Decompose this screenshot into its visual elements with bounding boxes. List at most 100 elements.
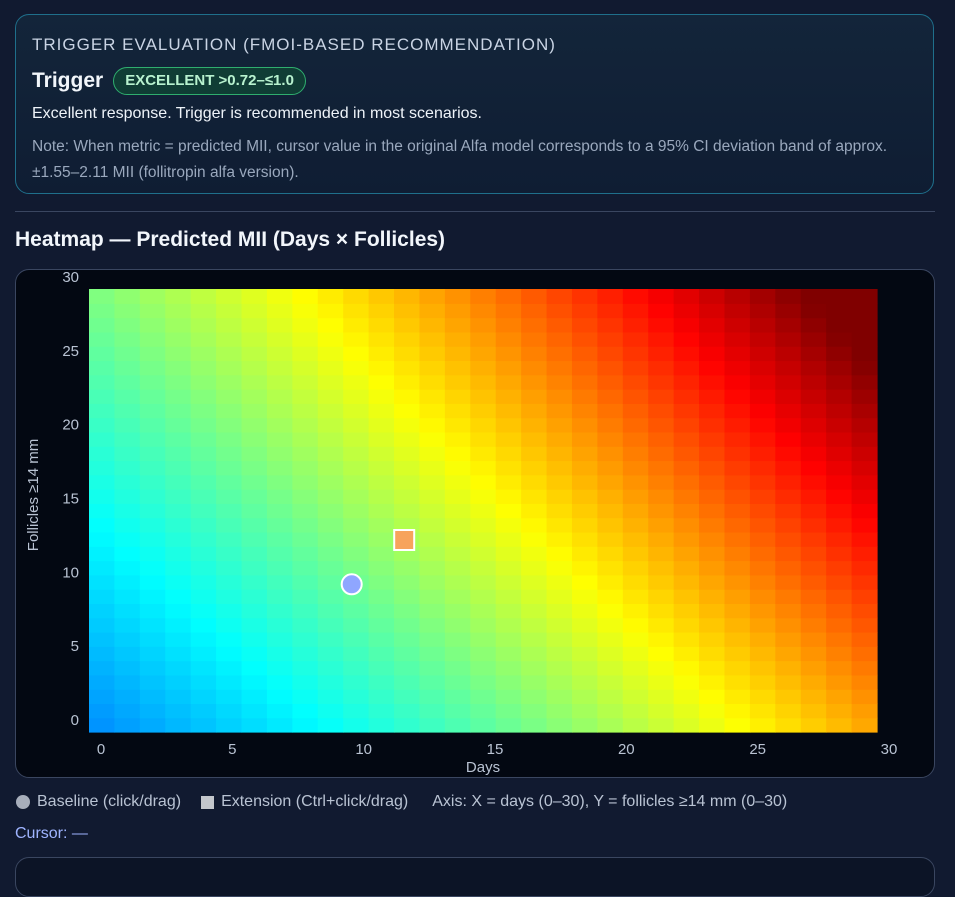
heatmap-cell[interactable] — [673, 346, 700, 362]
heatmap-cell[interactable] — [444, 431, 471, 447]
heatmap-cell[interactable] — [444, 703, 471, 719]
heatmap-cell[interactable] — [89, 574, 116, 590]
heatmap-cell[interactable] — [368, 446, 395, 462]
heatmap-cell[interactable] — [114, 360, 141, 376]
heatmap-cell[interactable] — [724, 303, 751, 319]
heatmap-cell[interactable] — [775, 460, 802, 476]
heatmap-cell[interactable] — [673, 460, 700, 476]
heatmap-cell[interactable] — [571, 331, 598, 347]
heatmap-cell[interactable] — [419, 389, 446, 404]
heatmap-cell[interactable] — [699, 289, 726, 304]
heatmap-cell[interactable] — [800, 689, 827, 705]
heatmap-cell[interactable] — [673, 331, 700, 347]
heatmap-cell[interactable] — [89, 703, 116, 719]
heatmap-cell[interactable] — [139, 317, 166, 333]
heatmap-cell[interactable] — [800, 460, 827, 476]
heatmap-cell[interactable] — [546, 317, 573, 333]
heatmap-cell[interactable] — [89, 589, 116, 604]
heatmap-cell[interactable] — [622, 631, 649, 647]
heatmap-cell[interactable] — [216, 417, 243, 433]
heatmap-cell[interactable] — [266, 560, 293, 576]
heatmap-cell[interactable] — [470, 717, 497, 733]
heatmap-cell[interactable] — [139, 689, 166, 705]
heatmap-cell[interactable] — [470, 346, 497, 362]
heatmap-cell[interactable] — [165, 303, 192, 319]
heatmap-cell[interactable] — [317, 403, 344, 419]
heatmap-cell[interactable] — [266, 646, 293, 662]
heatmap-cell[interactable] — [343, 674, 370, 690]
heatmap-cell[interactable] — [394, 589, 421, 604]
heatmap-cell[interactable] — [724, 503, 751, 519]
heatmap-cell[interactable] — [190, 389, 217, 404]
heatmap-cell[interactable] — [444, 403, 471, 419]
heatmap-cell[interactable] — [419, 374, 446, 390]
heatmap-cell[interactable] — [241, 460, 268, 476]
heatmap-cell[interactable] — [470, 446, 497, 462]
heatmap-cell[interactable] — [699, 531, 726, 547]
heatmap-cell[interactable] — [114, 303, 141, 319]
heatmap-chart[interactable]: 0 5 10 15 20 25 30 0 5 10 15 20 25 30 Days Follicles… — [16, 270, 935, 778]
heatmap-cell[interactable] — [419, 660, 446, 676]
heatmap-cell[interactable] — [673, 417, 700, 433]
heatmap-cell[interactable] — [394, 374, 421, 390]
heatmap-cell[interactable] — [546, 389, 573, 404]
heatmap-cell[interactable] — [343, 289, 370, 304]
heatmap-cell[interactable] — [699, 431, 726, 447]
heatmap-cell[interactable] — [648, 303, 675, 319]
heatmap-cell[interactable] — [826, 646, 853, 662]
heatmap-cell[interactable] — [724, 474, 751, 490]
heatmap-cell[interactable] — [521, 474, 548, 490]
heatmap-cell[interactable] — [521, 574, 548, 590]
heatmap-cell[interactable] — [546, 560, 573, 576]
heatmap-cell[interactable] — [546, 446, 573, 462]
heatmap-cell[interactable] — [495, 660, 522, 676]
heatmap-cell[interactable] — [597, 674, 624, 690]
heatmap-cell[interactable] — [648, 589, 675, 604]
heatmap-cell[interactable] — [317, 346, 344, 362]
heatmap-cell[interactable] — [266, 660, 293, 676]
heatmap-cell[interactable] — [622, 503, 649, 519]
heatmap-cell[interactable] — [394, 389, 421, 404]
heatmap-cell[interactable] — [216, 403, 243, 419]
heatmap-cell[interactable] — [190, 631, 217, 647]
heatmap-cell[interactable] — [470, 474, 497, 490]
heatmap-cell[interactable] — [190, 646, 217, 662]
heatmap-cell[interactable] — [571, 517, 598, 533]
heatmap-cell[interactable] — [343, 560, 370, 576]
heatmap-cell[interactable] — [343, 546, 370, 562]
heatmap-cell[interactable] — [114, 317, 141, 333]
heatmap-cell[interactable] — [597, 360, 624, 376]
heatmap-cell[interactable] — [648, 460, 675, 476]
heatmap-cell[interactable] — [444, 303, 471, 319]
heatmap-cell[interactable] — [800, 546, 827, 562]
heatmap-cell[interactable] — [673, 703, 700, 719]
heatmap-cell[interactable] — [343, 717, 370, 733]
heatmap-cell[interactable] — [495, 460, 522, 476]
heatmap-cell[interactable] — [317, 417, 344, 433]
heatmap-cell[interactable] — [89, 446, 116, 462]
heatmap-cell[interactable] — [394, 331, 421, 347]
heatmap-cell[interactable] — [800, 346, 827, 362]
heatmap-cell[interactable] — [597, 603, 624, 619]
heatmap-cell[interactable] — [749, 460, 776, 476]
heatmap-cell[interactable] — [419, 517, 446, 533]
heatmap-cell[interactable] — [114, 517, 141, 533]
heatmap-cell[interactable] — [317, 703, 344, 719]
heatmap-cell[interactable] — [749, 346, 776, 362]
heatmap-cell[interactable] — [826, 517, 853, 533]
heatmap-cell[interactable] — [292, 417, 319, 433]
heatmap-cell[interactable] — [521, 331, 548, 347]
heatmap-cell[interactable] — [495, 531, 522, 547]
heatmap-cell[interactable] — [216, 431, 243, 447]
heatmap-cell[interactable] — [394, 674, 421, 690]
heatmap-cell[interactable] — [139, 474, 166, 490]
heatmap-cell[interactable] — [444, 489, 471, 504]
heatmap-cell[interactable] — [292, 317, 319, 333]
heatmap-cell[interactable] — [648, 531, 675, 547]
heatmap-cell[interactable] — [190, 303, 217, 319]
heatmap-cell[interactable] — [546, 403, 573, 419]
heatmap-cell[interactable] — [470, 574, 497, 590]
heatmap-cell[interactable] — [89, 360, 116, 376]
heatmap-cell[interactable] — [749, 717, 776, 733]
heatmap-cell[interactable] — [394, 631, 421, 647]
